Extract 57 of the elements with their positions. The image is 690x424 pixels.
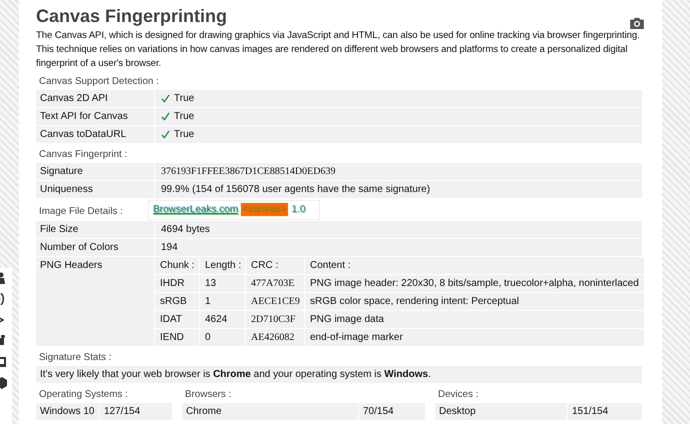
table-cell: Text API for Canvas	[36, 108, 155, 125]
table-cell: AECE1CE9	[246, 293, 305, 310]
render-text: BrowserLeaks.com	[153, 204, 238, 215]
table-cell: Canvas 2D API	[36, 90, 155, 107]
value-text: True	[174, 128, 194, 142]
table-cell: Chrome	[182, 403, 359, 420]
table-cell: 2D710C3F	[246, 311, 305, 328]
table-cell: AE426082	[246, 329, 305, 346]
description-text: The Canvas API, which is designed for drawing graphics via JavaScript and HTML, can also be used for online tracking via browser fingerprinting. This technique relies on variations in how canvas images are rendered on different web browsers and platforms to create a personalized digital fingerprint of a user's browser.	[36, 29, 641, 71]
column-header: CRC :	[246, 257, 305, 274]
group-label: Browsers :	[184, 388, 232, 402]
camera-icon[interactable]	[630, 17, 644, 29]
table-cell: 1	[200, 293, 246, 310]
table-cell: end-of-image marker	[305, 329, 645, 346]
table-cell: Number of Colors	[36, 239, 155, 256]
value-text: True	[174, 110, 194, 124]
render-tag: <canvas>	[241, 203, 288, 216]
table-cell-text: 4694 bytes	[160, 223, 211, 237]
section-label: Image File Details :	[38, 205, 124, 219]
table-cell: PNG image header: 220x30, 8 bits/sample, truecolor+alpha, noninterlaced	[305, 275, 645, 292]
table-cell: Desktop	[435, 403, 568, 420]
table-cell-text: 376193F1FFEE3867D1CE88514D0ED639	[160, 165, 336, 179]
section-label: Canvas Support Detection :	[38, 75, 160, 89]
table-cell: 0	[200, 329, 246, 346]
cube-icon[interactable]	[0, 377, 7, 389]
table-cell: PNG image data	[305, 311, 645, 328]
render-text: 1.0	[291, 204, 306, 215]
table-cell-text: 127/154	[103, 405, 142, 419]
table-cell-text: 194	[160, 241, 179, 255]
summary-text: It's very likely that your web browser is Chrome and your operating system is Windows.	[39, 368, 432, 382]
value-text: True	[174, 92, 194, 106]
table-cell: IEND	[155, 329, 200, 346]
section-label: Signature Stats :	[38, 351, 112, 365]
table-cell-text: 151/154	[571, 405, 610, 419]
table-cell-text: 99.9% (154 of 156078 user agents have the same signature)	[160, 183, 432, 197]
signal-icon[interactable]	[0, 293, 7, 305]
table-cell: 13	[200, 275, 246, 292]
table-cell-text: 70/154	[362, 405, 395, 419]
table-cell: 477A703E	[246, 275, 305, 292]
page-title: Canvas Fingerprinting	[36, 5, 228, 27]
table-cell: Signature	[36, 163, 155, 180]
table-cell: 4624	[200, 311, 246, 328]
table-cell: Uniqueness	[36, 181, 155, 198]
table-cell: sRGB	[155, 293, 200, 310]
column-header: Chunk :	[155, 257, 200, 274]
column-header: Length :	[200, 257, 246, 274]
table-cell: File Size	[36, 221, 155, 238]
table-cell: IHDR	[155, 275, 200, 292]
section-label: Canvas Fingerprint :	[38, 148, 128, 162]
column-header: Content :	[305, 257, 645, 274]
table-cell: Windows 10	[36, 403, 100, 420]
table-cell: sRGB color space, rendering intent: Perceptual	[305, 293, 645, 310]
person-icon[interactable]	[0, 272, 7, 284]
table-cell: IDAT	[155, 311, 200, 328]
group-label: Devices :	[437, 388, 480, 402]
table-cell: Canvas toDataURL	[36, 126, 155, 143]
group-label: Operating Systems :	[38, 388, 129, 402]
